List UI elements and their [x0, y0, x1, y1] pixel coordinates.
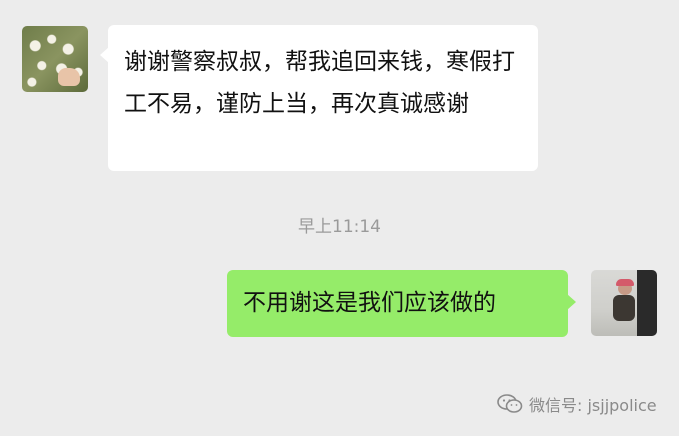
incoming-message-bubble[interactable]: 谢谢警察叔叔，帮我追回来钱，寒假打工不易，谨防上当，再次真诚感谢	[100, 25, 538, 171]
contact-avatar[interactable]	[22, 26, 88, 92]
avatar-background-decoration	[637, 270, 657, 336]
avatar-cap-decoration	[616, 279, 634, 286]
outgoing-message-text: 不用谢这是我们应该做的	[243, 290, 496, 316]
message-timestamp: 早上11:14	[298, 217, 381, 237]
wechat-icon	[497, 394, 523, 413]
avatar-figure-decoration	[613, 295, 635, 321]
incoming-message-text: 谢谢警察叔叔，帮我追回来钱，寒假打工不易，谨防上当，再次真诚感谢	[124, 49, 515, 117]
self-avatar[interactable]	[591, 270, 657, 336]
outgoing-message-bubble[interactable]: 不用谢这是我们应该做的	[227, 270, 576, 337]
watermark-text: 微信号: jsjjpolice	[529, 396, 657, 415]
wechat-watermark: 微信号: jsjjpolice	[497, 392, 657, 416]
avatar-hand-decoration	[58, 68, 80, 86]
